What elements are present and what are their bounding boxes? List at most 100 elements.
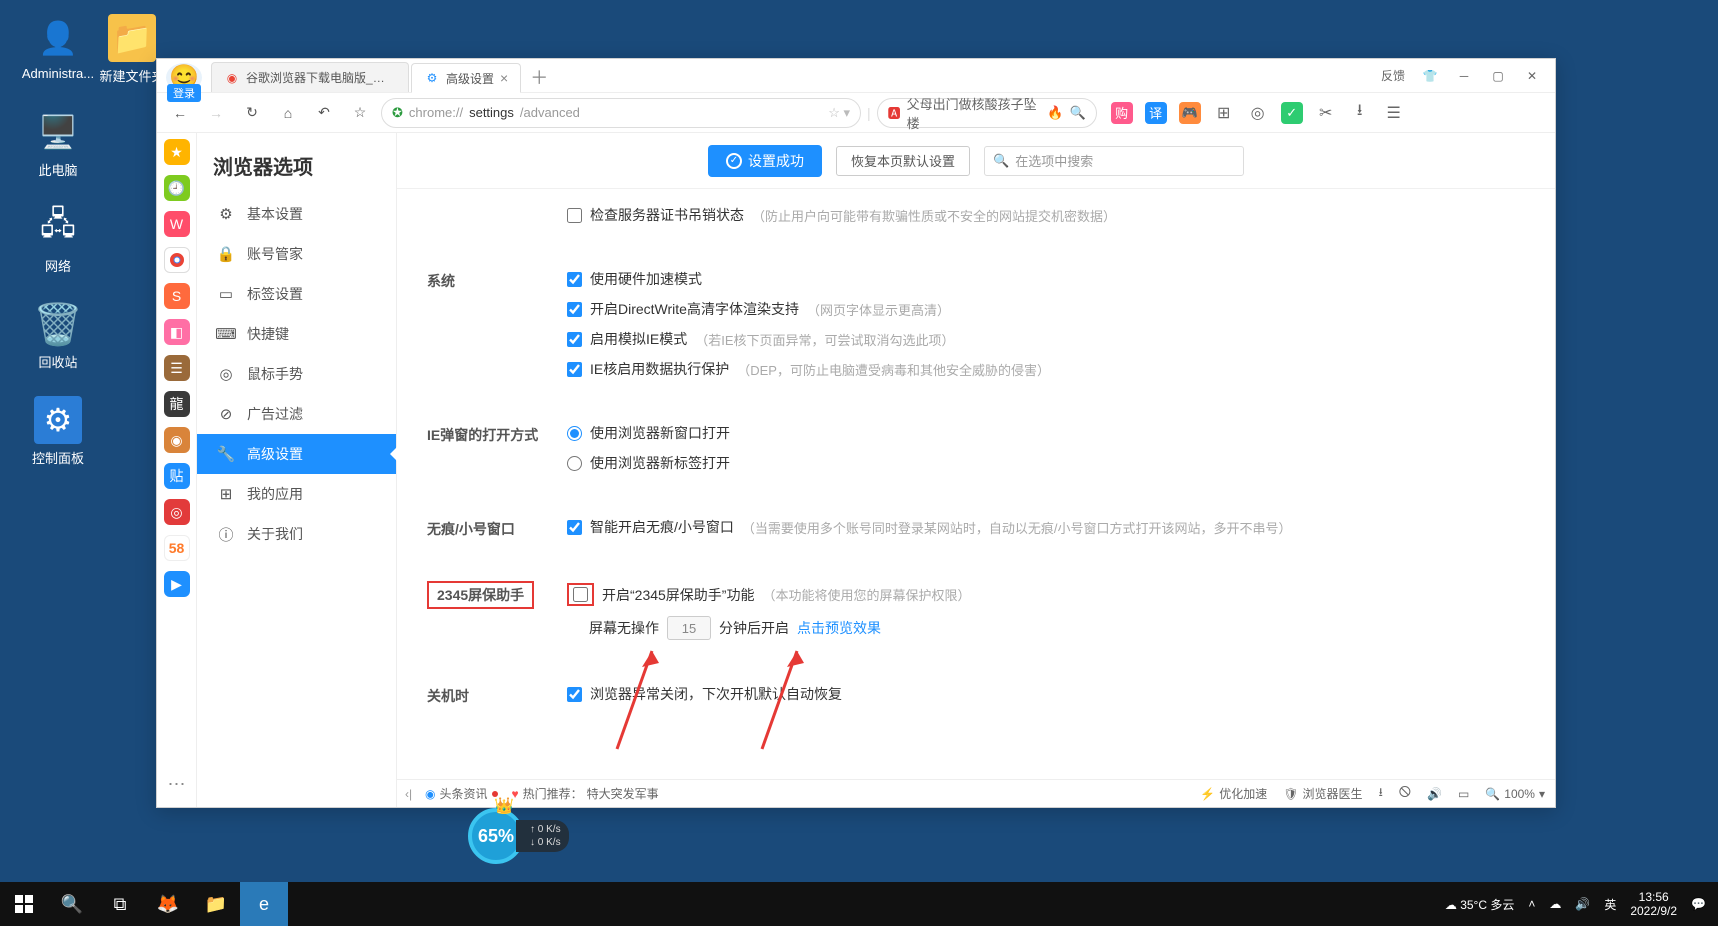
desktop-icon-recycle-bin[interactable]: 🗑️回收站 xyxy=(18,300,98,371)
menu-icon[interactable]: ☰ xyxy=(1383,102,1405,124)
checkbox-enable-screensaver[interactable] xyxy=(573,587,588,602)
address-bar[interactable]: ✪ chrome://settings/advanced ☆ ▾ xyxy=(381,98,861,128)
forward-button[interactable]: → xyxy=(201,98,231,128)
shop-icon[interactable]: 购 xyxy=(1111,102,1133,124)
desktop-icon-network[interactable]: 🖧网络 xyxy=(18,204,98,275)
zoom-indicator[interactable]: 🔍 100% ▾ xyxy=(1485,787,1545,801)
checkbox-smart-incognito[interactable] xyxy=(567,520,582,535)
task-view-icon[interactable]: ⧉ xyxy=(96,882,144,926)
quick-dragon-icon[interactable]: 龍 xyxy=(164,391,190,417)
quick-wps-icon[interactable]: W xyxy=(164,211,190,237)
login-badge[interactable]: 登录 xyxy=(167,84,201,102)
nav-label: 高级设置 xyxy=(247,444,303,464)
star-dropdown-icon[interactable]: ☆ ▾ xyxy=(828,105,850,121)
maximize-button[interactable]: ▢ xyxy=(1489,67,1507,85)
close-tab-icon[interactable]: × xyxy=(500,70,508,86)
restore-defaults-button[interactable]: 恢复本页默认设置 xyxy=(836,146,970,176)
nav-password[interactable]: 🔒账号管家 xyxy=(197,234,396,274)
scissors-icon[interactable]: ✂ xyxy=(1315,102,1337,124)
tab-google-download[interactable]: ◉ 谷歌浏览器下载电脑版_谷歌浏… xyxy=(211,62,409,92)
quick-star-icon[interactable]: ★ xyxy=(164,139,190,165)
tray-notifications-icon[interactable]: 💬 xyxy=(1691,897,1706,911)
preview-link[interactable]: 点击预览效果 xyxy=(797,618,881,638)
quick-tie-icon[interactable]: 贴 xyxy=(164,463,190,489)
nav-shortcuts[interactable]: ⌨快捷键 xyxy=(197,314,396,354)
checkbox-cert-revoke[interactable] xyxy=(567,208,582,223)
tray-volume-icon[interactable]: 🔊 xyxy=(1575,897,1590,911)
apps-grid-icon[interactable]: ⊞ xyxy=(1213,102,1235,124)
status-bar: ‹| ◉头条资讯 ♥热门推荐：特大突发军事 ⚡优化加速 🛡浏览器医生 ⭳ 🛇 🔊… xyxy=(397,779,1555,807)
nav-tabs[interactable]: ▭标签设置 xyxy=(197,274,396,314)
translate-icon[interactable]: 译 xyxy=(1145,102,1167,124)
download-mgr-icon[interactable]: ⭳ xyxy=(1379,783,1383,804)
checkbox-ie-mode[interactable] xyxy=(567,332,582,347)
favorite-button[interactable]: ☆ xyxy=(345,98,375,128)
collapse-sidebar-icon[interactable]: ‹| xyxy=(405,787,412,801)
taskbar-edge-icon[interactable]: e xyxy=(240,882,288,926)
quick-s-icon[interactable]: S xyxy=(164,283,190,309)
checkbox-hw-accel[interactable] xyxy=(567,272,582,287)
nav-advanced[interactable]: 🔧高级设置 xyxy=(197,434,396,474)
quick-more-icon[interactable]: ⋯ xyxy=(168,774,186,795)
desktop-icon-admin[interactable]: 👤Administra... xyxy=(18,14,98,81)
quick-split-icon[interactable]: ◧ xyxy=(164,319,190,345)
nav-basic[interactable]: ⚙基本设置 xyxy=(197,194,396,234)
section-incognito: 无痕/小号窗口 智能开启无痕/小号窗口（当需要使用多个账号同时登录某网站时，自动… xyxy=(427,495,1525,561)
nav-my-apps[interactable]: ⊞我的应用 xyxy=(197,474,396,514)
tray-clock[interactable]: 13:56 2022/9/2 xyxy=(1630,890,1677,919)
quick-chrome-icon[interactable] xyxy=(164,247,190,273)
taskbar-search-icon[interactable]: 🔍 xyxy=(48,882,96,926)
reload-button[interactable]: ↻ xyxy=(237,98,267,128)
minimize-button[interactable]: ─ xyxy=(1455,67,1473,85)
nav-mouse-gesture[interactable]: ◎鼠标手势 xyxy=(197,354,396,394)
tray-ime-indicator[interactable]: 英 xyxy=(1604,896,1616,913)
volume-icon[interactable]: 🔊 xyxy=(1427,787,1442,801)
home-button[interactable]: ⌂ xyxy=(273,98,303,128)
idle-minutes-input[interactable] xyxy=(667,616,711,640)
desktop-icon-control-panel[interactable]: ⚙控制面板 xyxy=(18,396,98,467)
settings-search-input[interactable]: 🔍在选项中搜索 xyxy=(984,146,1244,176)
doctor-link[interactable]: 🛡浏览器医生 xyxy=(1283,785,1362,802)
optimize-link[interactable]: ⚡优化加速 xyxy=(1200,785,1267,802)
new-tab-button[interactable]: ＋ xyxy=(523,62,555,92)
taskbar-explorer-icon[interactable]: 📁 xyxy=(192,882,240,926)
taskbar-firefox-icon[interactable]: 🦊 xyxy=(144,882,192,926)
tray-onedrive-icon[interactable]: ☁ xyxy=(1549,897,1561,911)
quick-58-icon[interactable]: 58 xyxy=(164,535,190,561)
close-window-button[interactable]: ✕ xyxy=(1523,67,1541,85)
nav-about[interactable]: ⓘ关于我们 xyxy=(197,514,396,554)
nav-adblock[interactable]: ⊘广告过滤 xyxy=(197,394,396,434)
skin-icon[interactable]: 👕 xyxy=(1421,67,1439,85)
checkbox-dep[interactable] xyxy=(567,362,582,377)
quick-music-icon[interactable]: ◎ xyxy=(164,499,190,525)
feedback-link[interactable]: 反馈 xyxy=(1381,67,1405,84)
quick-fire-icon[interactable]: ◉ xyxy=(164,427,190,453)
weather-text: 35°C 多云 xyxy=(1460,898,1514,912)
split-mode-icon[interactable]: ▭ xyxy=(1458,787,1469,801)
hot-recommend[interactable]: ♥热门推荐：特大突发军事 xyxy=(512,785,659,802)
download-icon[interactable]: ⭳ xyxy=(1349,102,1371,124)
radio-ie-new-window[interactable] xyxy=(567,426,582,441)
headlines-link[interactable]: ◉头条资讯 xyxy=(425,785,498,802)
tab-advanced-settings[interactable]: ⚙ 高级设置 × xyxy=(411,63,521,93)
hot-search-box[interactable]: 🅰 父母出门做核酸孩子坠楼 🔥 🔍 xyxy=(877,98,1097,128)
weather-widget[interactable]: ☁ 35°C 多云 xyxy=(1445,896,1515,913)
check-icon[interactable]: ✓ xyxy=(1281,102,1303,124)
back-button[interactable]: ← xyxy=(165,98,195,128)
desktop-icon-this-pc[interactable]: 🖥️此电脑 xyxy=(18,108,98,179)
undo-button[interactable]: ↶ xyxy=(309,98,339,128)
user-avatar[interactable]: 😊 登录 xyxy=(157,59,211,92)
block-count-icon[interactable]: 🛇 xyxy=(1399,783,1411,804)
checkbox-auto-restore[interactable] xyxy=(567,687,582,702)
target-icon[interactable]: ◎ xyxy=(1247,102,1269,124)
quick-list-icon[interactable]: ☰ xyxy=(164,355,190,381)
floating-perf-widget[interactable]: 👑 65% ↑ 0 K/s ↓ 0 K/s xyxy=(468,808,569,864)
quick-clock-icon[interactable]: 🕘 xyxy=(164,175,190,201)
radio-ie-new-tab[interactable] xyxy=(567,456,582,471)
quick-video-icon[interactable]: ▶ xyxy=(164,571,190,597)
checkbox-directwrite[interactable] xyxy=(567,302,582,317)
tray-chevron-icon[interactable]: ˄ xyxy=(1528,897,1535,911)
search-icon[interactable]: 🔍 xyxy=(1069,105,1085,121)
start-button[interactable] xyxy=(0,882,48,926)
game-icon[interactable]: 🎮 xyxy=(1179,102,1201,124)
